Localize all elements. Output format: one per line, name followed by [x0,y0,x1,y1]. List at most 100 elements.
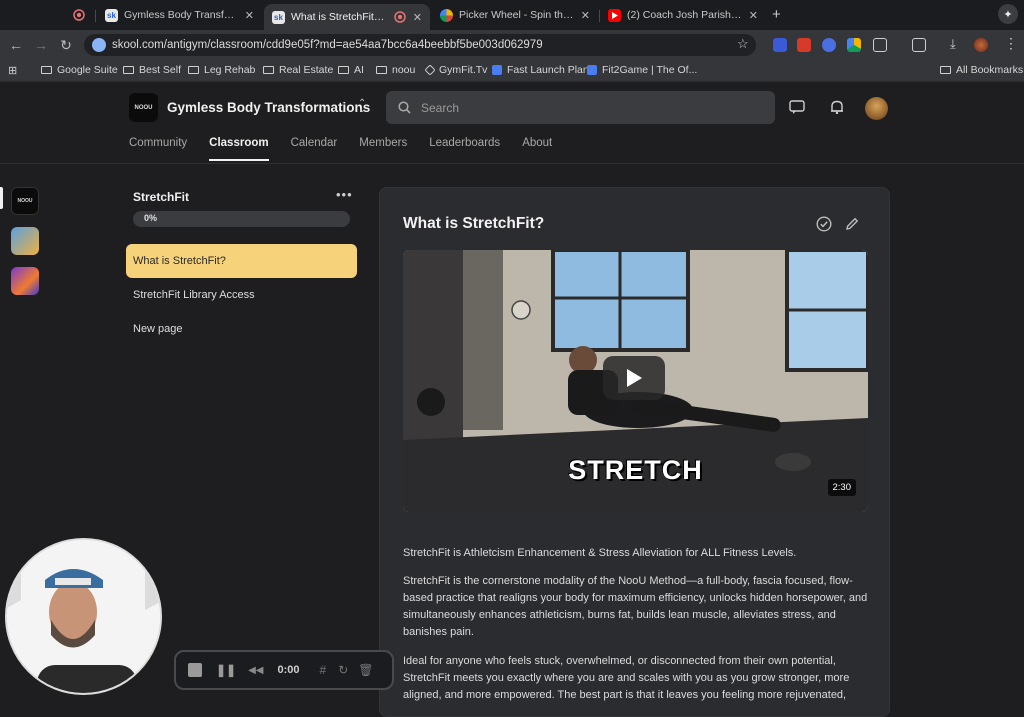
gymfit-icon [424,64,436,76]
header-divider [0,163,1024,164]
bookmark-star-icon[interactable]: ☆ [737,36,749,52]
skool-icon: sk [105,8,118,22]
recording-indicator-icon [394,11,407,24]
rail-group-cat[interactable] [11,227,39,255]
back-icon[interactable]: ← [8,37,24,53]
browser-tab-strip: sk Gymless Body Transformatio ✕ sk What … [0,0,1024,30]
bookmark-label: Real Estate [279,64,334,76]
group-switcher-icon[interactable]: ⌃ ⌄ [358,99,366,115]
course-menu-icon[interactable]: ••• [336,187,353,202]
webcam-feed [7,540,160,693]
bookmark-label: Fit2Game | The Of... [602,64,698,76]
close-tab-icon[interactable]: ✕ [749,9,758,22]
bookmark-ai[interactable]: AI [338,64,364,76]
search-input[interactable] [421,100,741,115]
webcam-bubble[interactable] [5,538,162,695]
grid-icon[interactable]: # [320,663,327,677]
chat-icon[interactable] [789,100,805,114]
reload-icon[interactable]: ↻ [58,37,74,54]
mark-complete-icon[interactable] [816,216,832,232]
rail-group-noou[interactable]: NOOU [11,187,39,215]
group-header[interactable]: NOOU Gymless Body Transformations [129,93,370,122]
tab-stretchfit[interactable]: sk What is StretchFit? - Stre ✕ [264,4,430,30]
record-icon [72,9,85,22]
tab-calendar[interactable]: Calendar [291,137,338,161]
tab-youtube[interactable]: (2) Coach Josh Parish - YouT ✕ [600,4,766,26]
browser-toolbar: ← → ↻ skool.com/antigym/classroom/cdd9e0… [0,30,1024,60]
group-logo[interactable]: NOOU [129,93,158,122]
bell-icon[interactable] [829,100,845,114]
skool-icon: sk [272,10,285,24]
course-progress-bar: 0% [133,211,350,227]
bookmark-noou[interactable]: noou [376,64,415,76]
extension-icon[interactable] [773,38,787,52]
close-tab-icon[interactable]: ✕ [581,9,590,22]
tab-title: What is StretchFit? - Stre [291,11,390,23]
new-tab-icon[interactable]: + [772,6,781,23]
bookmark-real-estate[interactable]: Real Estate [263,64,333,76]
play-button[interactable] [603,356,665,400]
profile-avatar-icon[interactable] [974,38,988,52]
tab-classroom[interactable]: Classroom [209,137,269,161]
rail-group-third[interactable] [11,267,39,295]
lesson-paragraph: StretchFit is Athletcism Enhancement & S… [403,547,797,559]
lesson-library-access[interactable]: StretchFit Library Access [126,278,357,312]
folder-icon [338,66,349,74]
bookmark-fast-launch[interactable]: Fast Launch Plan [492,64,589,76]
all-bookmarks[interactable]: All Bookmarks [940,64,1023,76]
tab-picker-wheel[interactable]: Picker Wheel - Spin the Whe ✕ [432,4,598,26]
group-nav: Community Classroom Calendar Members Lea… [129,137,574,161]
url-text: skool.com/antigym/classroom/cdd9e05f?md=… [112,39,543,51]
pdf-extension-icon[interactable] [797,38,811,52]
group-name[interactable]: Gymless Body Transformations [167,100,370,115]
bookmark-gymfit[interactable]: GymFit.Tv [424,64,487,76]
extensions-puzzle-icon[interactable] [873,38,887,52]
extension-icon[interactable] [822,38,836,52]
site-info-icon[interactable] [92,38,106,52]
bookmark-label: Google Suite [57,64,118,76]
address-bar[interactable]: skool.com/antigym/classroom/cdd9e05f?md=… [84,34,756,56]
user-avatar[interactable] [865,97,888,120]
pause-icon[interactable]: ❚❚ [216,663,236,677]
folder-icon [123,66,134,74]
tab-title: Picker Wheel - Spin the Whe [459,9,575,21]
lesson-video[interactable]: STRETCH 2:30 [403,250,868,512]
stop-recording-icon[interactable] [188,663,202,677]
lesson-new-page[interactable]: New page [126,312,357,346]
video-duration: 2:30 [827,479,856,496]
bookmark-leg-rehab[interactable]: Leg Rehab [188,64,255,76]
close-tab-icon[interactable]: ✕ [413,11,422,24]
tab-recording[interactable] [64,4,92,26]
bookmark-label: AI [354,64,364,76]
tab-gymless[interactable]: sk Gymless Body Transformatio ✕ [97,4,262,26]
gemini-icon[interactable]: ✦ [998,4,1018,24]
lesson-paragraph: Ideal for anyone who feels stuck, overwh… [403,655,850,701]
edit-pencil-icon[interactable] [844,216,860,232]
download-icon[interactable]: ⤓ [950,36,956,52]
bookmark-label: noou [392,64,416,76]
video-overlay-text: STRETCH [568,455,703,485]
rewind-icon[interactable]: ◀◀ [248,665,263,676]
bookmark-best-self[interactable]: Best Self [123,64,181,76]
lesson-what-is-stretchfit[interactable]: What is StretchFit? [126,244,357,278]
tab-about[interactable]: About [522,137,552,161]
search-bar[interactable] [386,91,775,124]
doc-icon [492,65,502,75]
tab-members[interactable]: Members [359,137,407,161]
forward-icon[interactable]: → [33,37,49,53]
bookmarks-bar: ⊞ Google Suite Best Self Leg Rehab Real … [0,60,1024,82]
drive-extension-icon[interactable] [847,38,861,52]
side-panel-icon[interactable] [912,38,926,52]
restart-icon[interactable]: ↻ [338,663,348,677]
browser-menu-icon[interactable]: ⋮ [1004,35,1018,52]
trash-icon[interactable]: 🗑 [358,663,373,677]
folder-icon [940,66,951,74]
lesson-paragraph: StretchFit is the cornerstone modality o… [403,575,868,638]
tab-leaderboards[interactable]: Leaderboards [429,137,500,161]
bookmark-fit2game[interactable]: Fit2Game | The Of... [587,64,697,76]
close-tab-icon[interactable]: ✕ [245,9,254,22]
apps-grid-icon[interactable]: ⊞ [8,64,17,77]
tab-community[interactable]: Community [129,137,187,161]
folder-icon [376,66,387,74]
bookmark-google-suite[interactable]: Google Suite [41,64,118,76]
